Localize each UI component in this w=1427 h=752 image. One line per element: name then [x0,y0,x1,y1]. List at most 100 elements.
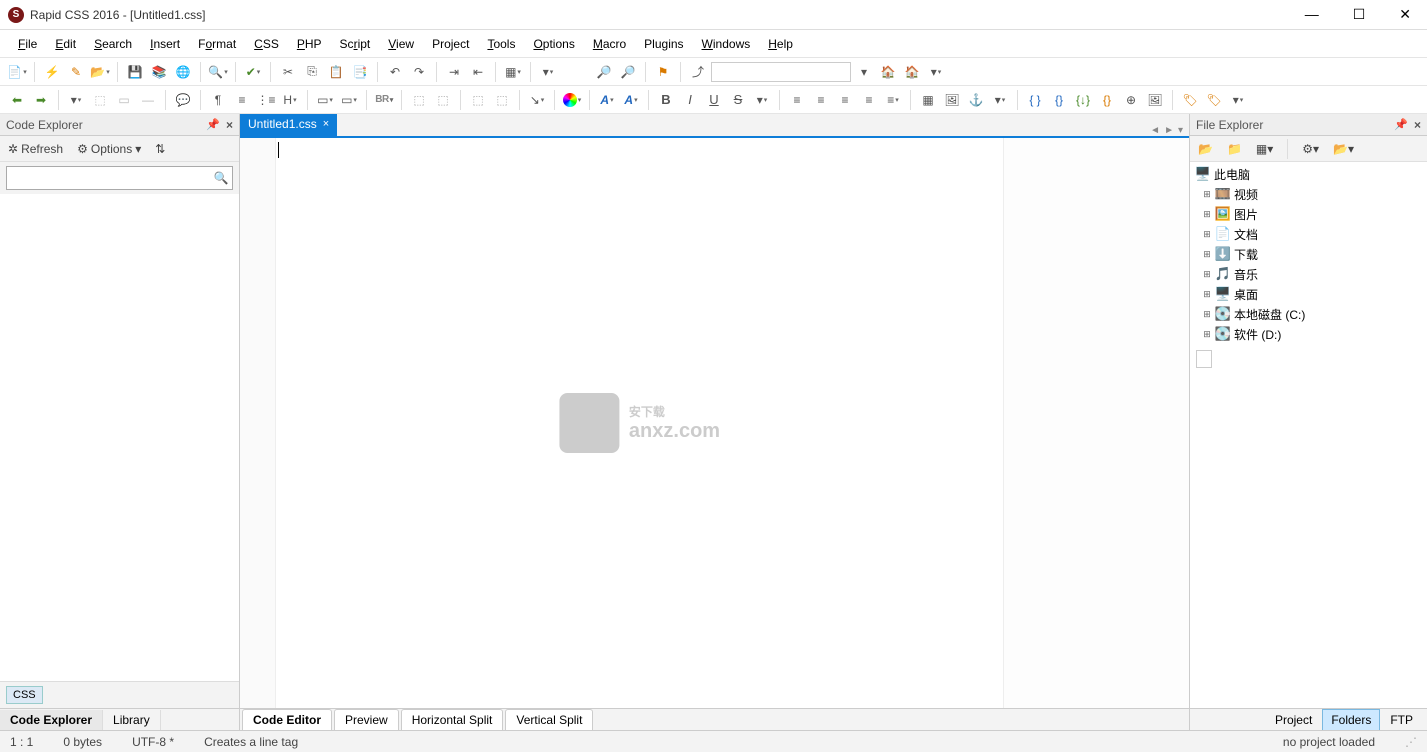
nav-drop[interactable]: ▾ [65,89,87,111]
tree-item[interactable]: 🖥️此电脑 [1190,164,1427,184]
tab-code-editor[interactable]: Code Editor [242,709,332,730]
tab-project[interactable]: Project [1267,710,1320,730]
nav-fwd-button[interactable]: ➡ [30,89,52,111]
tree-item[interactable]: ⊞🖼️图片 [1190,204,1427,224]
menu-help[interactable]: Help [760,33,801,55]
tree-item[interactable]: ⊞🖥️桌面 [1190,284,1427,304]
upload-button[interactable]: 🌐 [172,61,194,83]
expand-icon[interactable]: ⊞ [1200,309,1214,320]
align-justify-button[interactable]: ≡ [858,89,880,111]
close-button[interactable]: ✕ [1391,2,1419,27]
panel-close-right[interactable]: × [1414,118,1421,132]
tree-item[interactable]: ⊞🎞️视频 [1190,184,1427,204]
edit-button[interactable]: ✎ [65,61,87,83]
expand-icon[interactable]: ⊞ [1200,189,1214,200]
expand-icon[interactable]: ⊞ [1200,229,1214,240]
underline-button[interactable]: U [703,89,725,111]
pin-icon[interactable]: 📌 [206,118,220,131]
menu-css[interactable]: CSS [246,33,287,55]
align-more-button[interactable]: ≡ [882,89,904,111]
anchor-button[interactable]: ⚓ [965,89,987,111]
panel-close-button[interactable]: × [226,118,233,132]
tree-item[interactable]: ⊞🎵音乐 [1190,264,1427,284]
menu-script[interactable]: Script [332,33,379,55]
cut-button[interactable]: ✂ [277,61,299,83]
up-folder-button[interactable]: 📂 [1194,140,1217,158]
menu-macro[interactable]: Macro [585,33,634,55]
menu-windows[interactable]: Windows [694,33,759,55]
para-button[interactable]: ¶ [207,89,229,111]
link-button[interactable]: ⬚ [467,89,489,111]
search-drop[interactable]: ▾ [853,61,875,83]
tab-prev-button[interactable]: ◄ [1150,125,1160,136]
gear-button[interactable]: ⚙▾ [1298,140,1323,158]
image-button[interactable]: 🖼 [941,89,963,111]
brace4-button[interactable]: {} [1096,89,1118,111]
color-button[interactable] [561,89,583,111]
options-button[interactable]: ⚙ Options ▾ [73,140,145,158]
nav-more-button[interactable]: ▾ [925,61,947,83]
home-nav-button[interactable]: 🏠 [877,61,899,83]
list-ul-button[interactable]: ⋮≡ [255,89,277,111]
menu-format[interactable]: Format [190,33,244,55]
brace2-button[interactable]: {} [1048,89,1070,111]
font-button[interactable]: A [596,89,618,111]
table-button[interactable]: ▦ [917,89,939,111]
tree-item[interactable]: ⊞⬇️下载 [1190,244,1427,264]
code-search-input[interactable] [7,168,210,188]
font2-button[interactable]: A [620,89,642,111]
tree-item[interactable]: ⊞💽本地磁盘 (C:) [1190,304,1427,324]
open-button[interactable]: 📂 [89,61,111,83]
expand-icon[interactable]: ⊞ [1200,289,1214,300]
block2-button[interactable]: ▭ [338,89,360,111]
tree-item[interactable]: ⊞📄文档 [1190,224,1427,244]
find-next-button[interactable]: 🔎 [617,61,639,83]
bold-button[interactable]: B [655,89,677,111]
tab-code-explorer[interactable]: Code Explorer [0,710,103,730]
redo-button[interactable]: ↷ [408,61,430,83]
find-button[interactable]: 🔎 [593,61,615,83]
sort-button[interactable]: ⇅ [151,140,169,158]
undo-button[interactable]: ↶ [384,61,406,83]
align-left-button[interactable]: ≡ [786,89,808,111]
preview-img-button[interactable]: 🖼 [1144,89,1166,111]
tab-folders[interactable]: Folders [1322,709,1380,731]
strike-button[interactable]: S [727,89,749,111]
menu-options[interactable]: Options [525,33,582,55]
expand-icon[interactable]: ⊞ [1200,269,1214,280]
search-combo[interactable] [711,62,851,82]
goto-button[interactable]: ⤴ [687,61,709,83]
search-icon[interactable]: 🔍 [210,171,232,185]
zoom-button[interactable]: 🔍 [207,61,229,83]
refresh-button[interactable]: ✲ Refresh [4,140,67,158]
expand-icon[interactable]: ⊞ [1200,329,1214,340]
target-button[interactable]: ⊕ [1120,89,1142,111]
tag1-button[interactable]: ⬚ [408,89,430,111]
save-button[interactable]: 💾 [124,61,146,83]
tag2-button[interactable]: ⬚ [432,89,454,111]
menu-view[interactable]: View [380,33,422,55]
resize-grip[interactable]: ⋰ [1405,735,1417,749]
heading-button[interactable]: H [279,89,301,111]
list-ol-button[interactable]: ≡ [231,89,253,111]
tab-hsplit[interactable]: Horizontal Split [401,709,504,730]
dim-icon-3[interactable]: — [137,89,159,111]
minimize-button[interactable]: — [1297,2,1327,27]
brace1-button[interactable]: { } [1024,89,1046,111]
sync-folder-button[interactable]: 📁 [1223,140,1246,158]
tab-preview[interactable]: Preview [334,709,399,730]
outdent-button[interactable]: ⇤ [467,61,489,83]
menu-php[interactable]: PHP [289,33,330,55]
code-search-box[interactable]: 🔍 [6,166,233,190]
tree-item[interactable]: ⊞💽软件 (D:) [1190,324,1427,344]
menu-project[interactable]: Project [424,33,477,55]
lang-chip[interactable]: CSS [6,686,43,704]
editor-tab[interactable]: Untitled1.css × [240,114,337,136]
tab-next-button[interactable]: ► [1164,125,1174,136]
link2-button[interactable]: ⬚ [491,89,513,111]
more-button[interactable]: ▾ [537,61,559,83]
view-mode-button[interactable]: ▦▾ [1252,140,1277,158]
menu-file[interactable]: File [10,33,45,55]
menu-search[interactable]: Search [86,33,140,55]
tab-library[interactable]: Library [103,710,161,730]
